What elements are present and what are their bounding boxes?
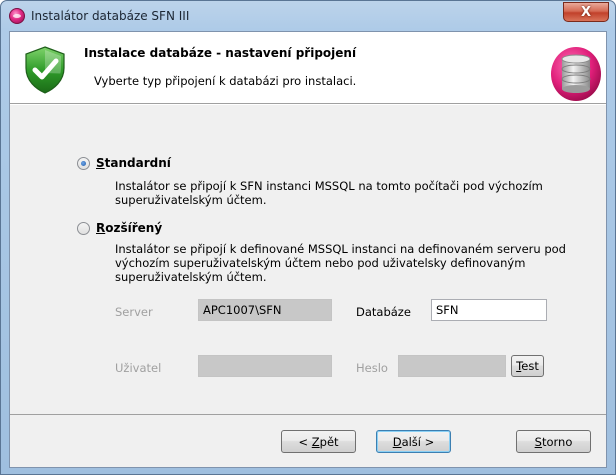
radio-extended[interactable]: Rozšířený	[77, 221, 162, 235]
title-bar[interactable]: Instalátor databáze SFN III X	[1, 1, 615, 31]
radio-extended-label[interactable]: Rozšířený	[96, 221, 162, 235]
close-button[interactable]: X	[563, 2, 609, 22]
window-title: Instalátor databáze SFN III	[31, 9, 190, 23]
wizard-header: Instalace databáze - nastavení připojení…	[10, 32, 606, 104]
database-label: Databáze	[356, 305, 411, 319]
dialog-client: Instalace databáze - nastavení připojení…	[9, 31, 607, 468]
radio-standard[interactable]: Standardní	[77, 156, 171, 170]
shield-check-icon	[25, 46, 65, 94]
server-label: Server	[115, 305, 153, 319]
radio-standard-label[interactable]: Standardní	[96, 156, 171, 170]
user-field[interactable]	[198, 355, 332, 377]
back-button[interactable]: < Zpět	[281, 430, 356, 453]
test-button-label: Test	[516, 359, 539, 373]
database-field[interactable]	[431, 299, 547, 321]
close-icon: X	[580, 4, 592, 20]
header-subtitle: Vyberte typ připojení k databázi pro ins…	[94, 74, 357, 88]
radio-extended-control[interactable]	[77, 221, 90, 235]
user-label: Uživatel	[115, 361, 162, 375]
test-button[interactable]: Test	[511, 355, 544, 377]
app-database-icon	[9, 8, 25, 24]
server-field[interactable]	[198, 299, 332, 321]
radio-standard-control[interactable]	[77, 156, 90, 170]
password-label: Heslo	[356, 361, 388, 375]
header-title: Instalace databáze - nastavení připojení	[84, 46, 357, 60]
cancel-button[interactable]: Storno	[516, 430, 591, 453]
wizard-footer: < Zpět Další > Storno	[10, 414, 606, 467]
extended-description: Instalátor se připojí k definované MSSQL…	[115, 242, 566, 284]
wizard-content: Standardní Instalátor se připojí k SFN i…	[10, 105, 606, 414]
database-icon	[551, 47, 601, 101]
next-button[interactable]: Další >	[376, 430, 451, 453]
cancel-button-label: Storno	[534, 434, 573, 449]
back-button-label: < Zpět	[298, 434, 339, 449]
installer-window: Instalátor databáze SFN III X Instalace …	[0, 0, 616, 475]
standard-description: Instalátor se připojí k SFN instanci MSS…	[115, 179, 543, 207]
password-field[interactable]	[398, 355, 506, 377]
next-button-label: Další >	[392, 434, 435, 449]
